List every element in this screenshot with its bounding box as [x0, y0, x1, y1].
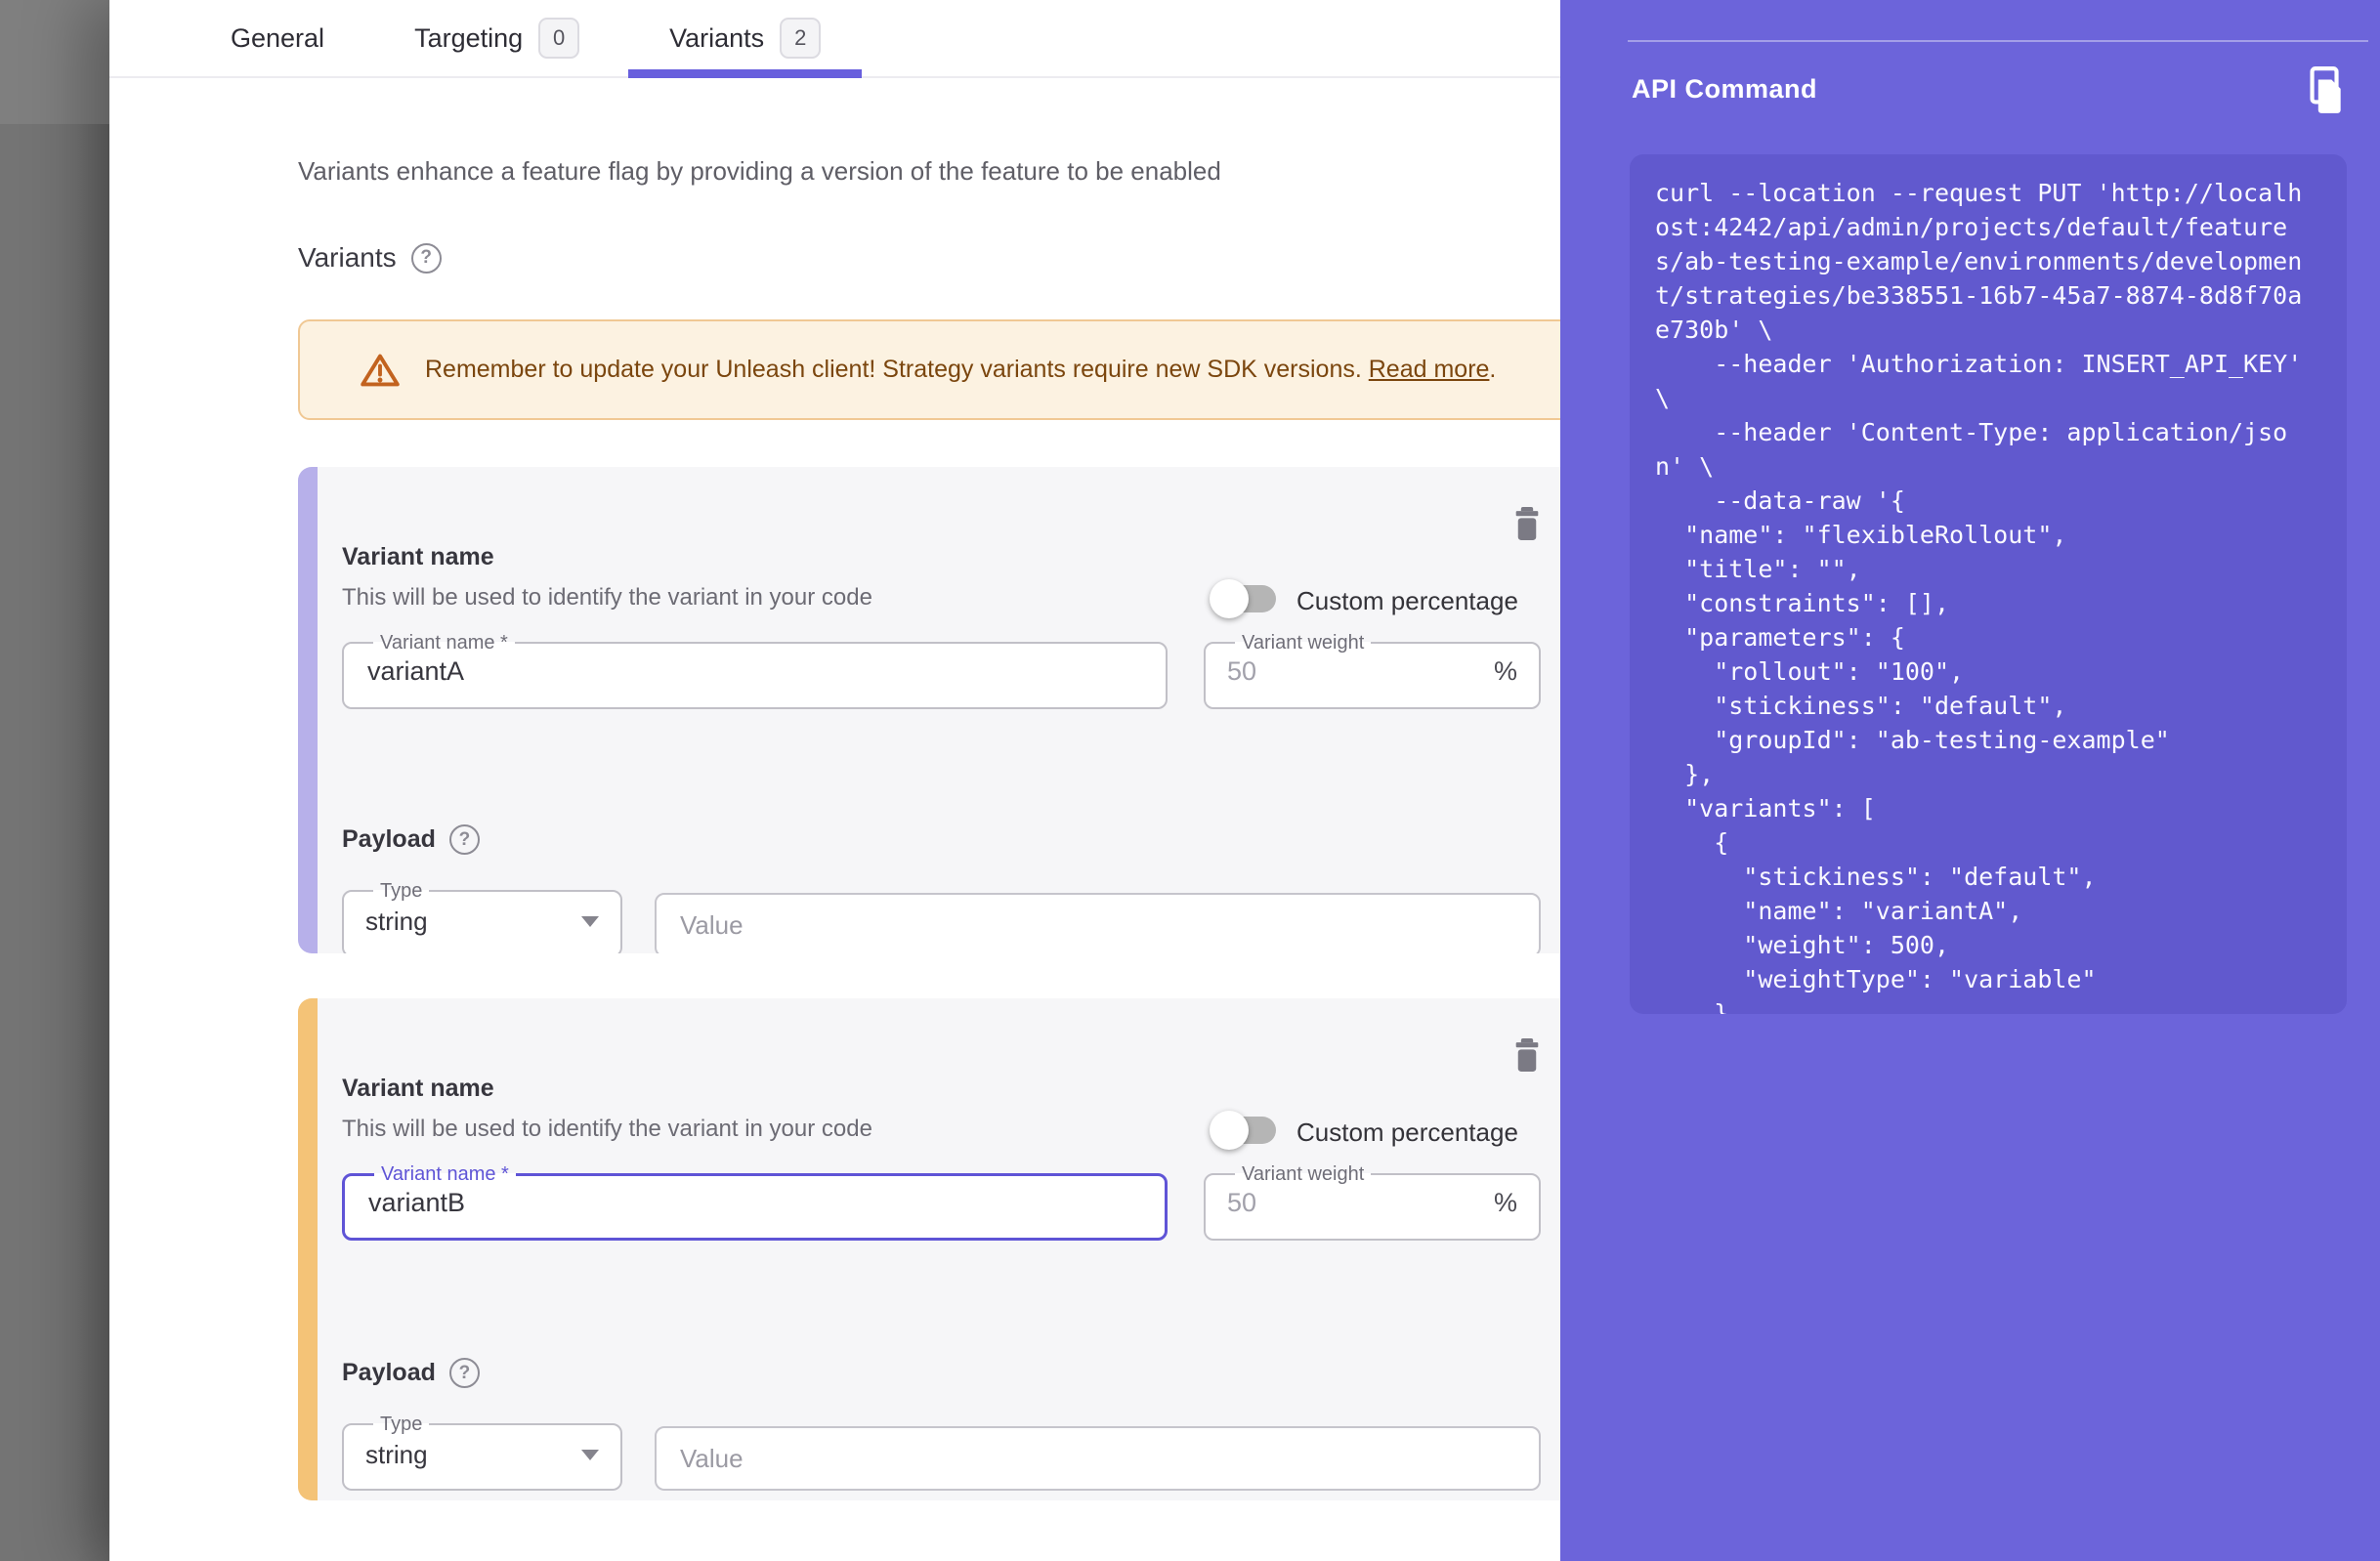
- variant-name-field-label: Variant name *: [374, 1164, 516, 1184]
- payload-type-label: Type: [373, 1414, 429, 1434]
- payload-value-input[interactable]: [655, 893, 1541, 953]
- active-tab-indicator: [628, 69, 862, 78]
- variants-section-heading: Variants ?: [298, 242, 442, 274]
- variant-name-heading: Variant name: [342, 543, 494, 571]
- payload-type-select[interactable]: Type string: [342, 881, 622, 953]
- trash-icon: [1512, 506, 1542, 542]
- read-more-link[interactable]: Read more: [1369, 356, 1490, 383]
- payload-type-value: string: [365, 907, 428, 937]
- variant-name-heading: Variant name: [342, 1075, 494, 1103]
- variant-accent-stripe: [298, 998, 318, 1500]
- tab-targeting-badge: 0: [538, 18, 579, 59]
- curl-command-text: curl --location --request PUT 'http://lo…: [1655, 176, 2321, 1014]
- payload-help-icon[interactable]: ?: [449, 824, 480, 855]
- tab-general[interactable]: General: [186, 0, 369, 76]
- delete-variant-button[interactable]: [1508, 1034, 1547, 1076]
- variant-weight-field-label: Variant weight: [1235, 633, 1371, 653]
- tab-targeting[interactable]: Targeting 0: [369, 0, 624, 76]
- tab-general-label: General: [231, 23, 324, 54]
- dimmed-backdrop-header: [0, 0, 109, 124]
- custom-percentage-toggle[interactable]: [1210, 1107, 1278, 1154]
- payload-type-select[interactable]: Type string: [342, 1414, 622, 1491]
- panel-divider: [1628, 40, 2368, 42]
- variant-name-input[interactable]: [366, 1184, 1143, 1218]
- custom-percentage-label: Custom percentage: [1296, 586, 1518, 616]
- curl-command-block: curl --location --request PUT 'http://lo…: [1630, 154, 2347, 1014]
- copy-icon: [2301, 65, 2346, 116]
- percent-suffix: %: [1494, 1188, 1517, 1218]
- warning-icon: [361, 353, 400, 388]
- payload-heading: Payload ?: [342, 824, 480, 855]
- payload-help-icon[interactable]: ?: [449, 1358, 480, 1388]
- variant-name-input[interactable]: [365, 653, 1144, 687]
- toggle-thumb: [1210, 1111, 1249, 1150]
- percent-suffix: %: [1494, 656, 1517, 687]
- chevron-down-icon: [581, 1450, 599, 1460]
- variant-weight-input[interactable]: 50: [1227, 656, 1256, 687]
- api-command-panel: API Command curl --location --request PU…: [1560, 0, 2380, 1561]
- strategy-tabs: General Targeting 0 Variants 2: [109, 0, 1560, 78]
- edit-strategy-modal: General Targeting 0 Variants 2 Variants …: [109, 0, 2380, 1561]
- toggle-thumb: [1210, 579, 1249, 618]
- api-command-title: API Command: [1632, 74, 1817, 105]
- payload-type-label: Type: [373, 881, 429, 901]
- variants-heading-label: Variants: [298, 242, 397, 274]
- alert-message: Remember to update your Unleash client! …: [425, 356, 1496, 384]
- tab-variants[interactable]: Variants 2: [624, 0, 866, 76]
- delete-variant-button[interactable]: [1508, 502, 1547, 545]
- variants-intro-text: Variants enhance a feature flag by provi…: [298, 156, 1221, 187]
- variant-weight-input[interactable]: 50: [1227, 1188, 1256, 1218]
- variant-name-field-label: Variant name *: [373, 633, 515, 653]
- variant-weight-field: Variant weight 50 %: [1204, 633, 1541, 709]
- chevron-down-icon: [581, 916, 599, 927]
- payload-value-input[interactable]: [655, 1426, 1541, 1491]
- variant-name-subheading: This will be used to identify the varian…: [342, 584, 872, 612]
- variant-card-variantB: Variant name This will be used to identi…: [298, 998, 1587, 1500]
- custom-percentage-label: Custom percentage: [1296, 1118, 1518, 1148]
- help-icon[interactable]: ?: [411, 243, 442, 274]
- tab-variants-badge: 2: [780, 18, 821, 59]
- variant-weight-field: Variant weight 50 %: [1204, 1164, 1541, 1241]
- variant-weight-field-label: Variant weight: [1235, 1164, 1371, 1184]
- copy-command-button[interactable]: [2296, 63, 2351, 119]
- variant-name-field-focused: Variant name *: [342, 1164, 1168, 1241]
- dimmed-backdrop-body: [0, 124, 109, 1561]
- custom-percentage-toggle[interactable]: [1210, 575, 1278, 622]
- tab-targeting-label: Targeting: [414, 23, 523, 54]
- variant-name-subheading: This will be used to identify the varian…: [342, 1116, 872, 1143]
- payload-heading: Payload ?: [342, 1358, 480, 1388]
- variant-card-variantA: Variant name This will be used to identi…: [298, 467, 1587, 953]
- sdk-warning-alert: Remember to update your Unleash client! …: [298, 319, 1585, 420]
- screen: General Targeting 0 Variants 2 Variants …: [0, 0, 2380, 1561]
- tab-variants-label: Variants: [669, 23, 764, 54]
- variant-name-field: Variant name *: [342, 633, 1168, 709]
- trash-icon: [1512, 1037, 1542, 1074]
- variant-accent-stripe: [298, 467, 318, 953]
- payload-type-value: string: [365, 1440, 428, 1470]
